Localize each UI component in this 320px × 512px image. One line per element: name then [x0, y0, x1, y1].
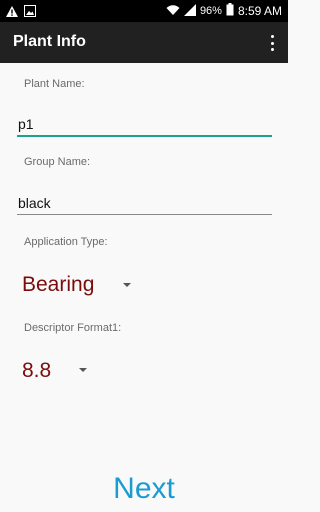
status-right: 96% 8:59 AM	[166, 3, 282, 19]
chevron-down-icon	[79, 368, 87, 372]
app-bar: Plant Info	[0, 22, 288, 63]
descriptor-format-value: 8.8	[22, 359, 52, 382]
warning-icon	[6, 4, 18, 22]
application-type-label: Application Type:	[24, 236, 108, 248]
overflow-menu-icon[interactable]	[266, 33, 278, 53]
signal-icon	[183, 3, 196, 19]
group-name-label: Group Name:	[24, 156, 91, 168]
chevron-down-icon	[123, 283, 131, 287]
battery-percent: 96%	[199, 5, 222, 17]
status-left-icons	[6, 4, 36, 22]
image-icon	[24, 4, 36, 22]
group-name-input[interactable]: black	[17, 192, 272, 220]
plant-name-label: Plant Name:	[24, 78, 85, 90]
battery-icon	[226, 3, 234, 19]
application-type-value: Bearing	[22, 273, 95, 296]
descriptor-format-label: Descriptor Format1:	[24, 322, 122, 334]
status-time: 8:59 AM	[237, 4, 282, 18]
next-button[interactable]: Next	[0, 472, 288, 512]
wifi-icon	[166, 4, 180, 19]
plant-name-underline	[17, 135, 272, 137]
group-name-underline	[17, 214, 272, 215]
page-title: Plant Info	[13, 33, 86, 50]
status-bar: 96% 8:59 AM	[0, 0, 288, 22]
